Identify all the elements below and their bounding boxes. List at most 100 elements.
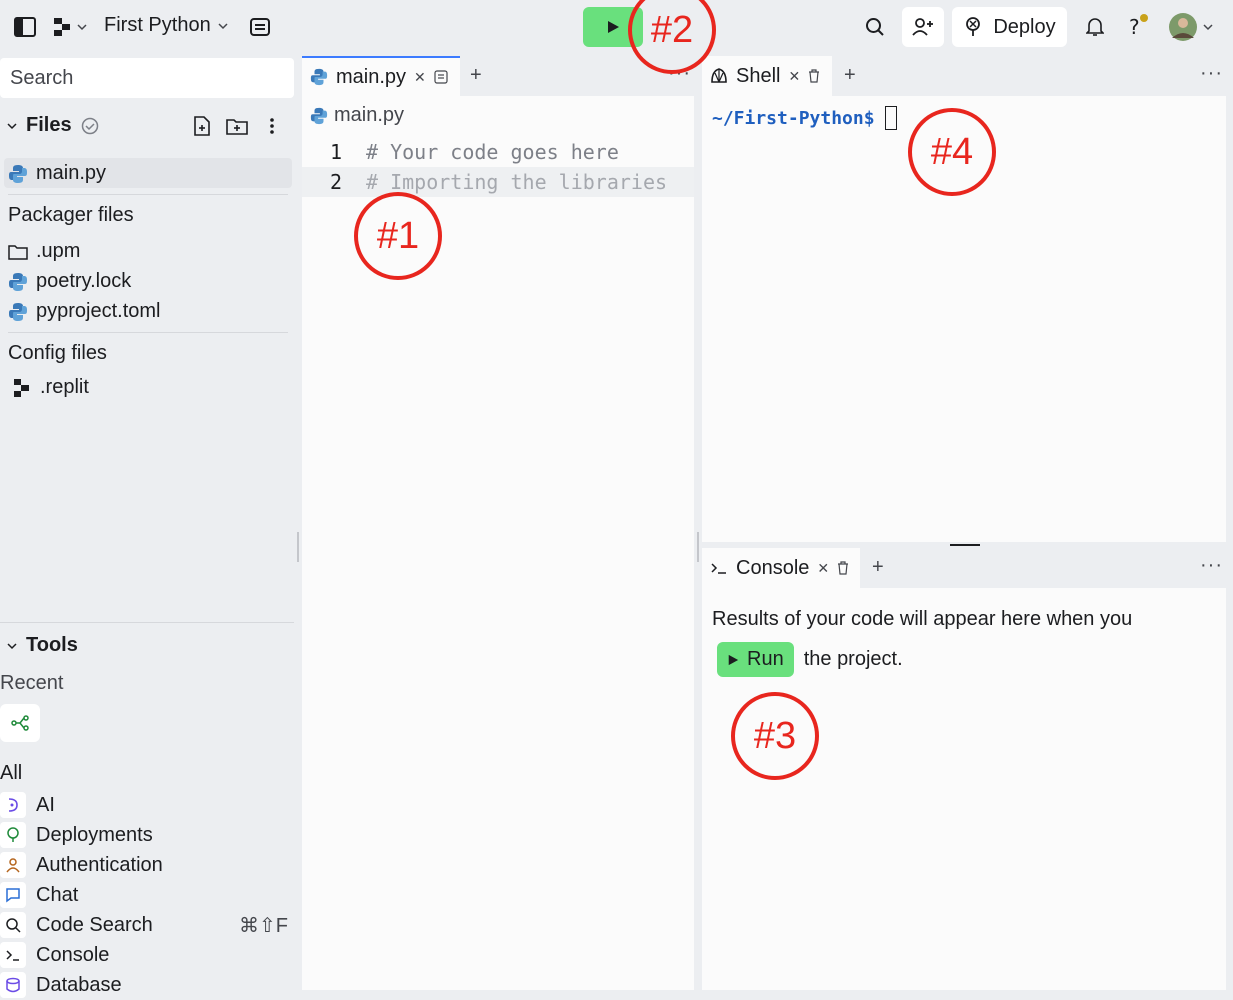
- file-label: pyproject.toml: [36, 300, 161, 322]
- run-label: Run: [747, 648, 784, 670]
- deploy-icon: [966, 17, 981, 36]
- tool-chat[interactable]: Chat: [0, 880, 294, 910]
- tool-code-search[interactable]: Code Search ⌘⇧F: [0, 910, 294, 940]
- tool-label: Console: [36, 943, 110, 966]
- terminal-icon: [711, 563, 726, 574]
- add-tab-icon[interactable]: +: [470, 64, 482, 87]
- shell-tab-bar: Shell ✕ + ···: [702, 56, 1226, 96]
- file-replit[interactable]: .replit: [14, 376, 89, 399]
- file-label: main.py: [36, 162, 107, 184]
- folder-icon: [8, 244, 28, 260]
- more-options-icon[interactable]: ···: [1200, 62, 1223, 85]
- console-pane: Console ✕ + ··· Results of your code wil…: [702, 548, 1226, 990]
- shell-terminal[interactable]: ~/First-Python$: [712, 106, 897, 130]
- file-main-py[interactable]: main.py: [8, 162, 106, 185]
- recent-label: Recent: [0, 672, 64, 694]
- console-message: Results of your code will appear here wh…: [712, 608, 1133, 630]
- add-tab-icon[interactable]: +: [872, 556, 884, 579]
- search-icon[interactable]: [864, 16, 886, 38]
- editor-pane: main.py ✕ + ··· main.py 1 # Your code go…: [302, 56, 694, 990]
- recent-tool-git[interactable]: [0, 704, 40, 742]
- trash-icon[interactable]: [808, 69, 820, 83]
- tool-deployments[interactable]: Deployments: [0, 820, 294, 850]
- close-icon[interactable]: ✕: [788, 68, 800, 85]
- sidebar-toggle-icon[interactable]: [14, 16, 36, 38]
- project-name: First Python: [104, 14, 211, 36]
- divider: [8, 194, 288, 195]
- invite-button[interactable]: [902, 7, 944, 47]
- tool-label: Database: [36, 973, 122, 996]
- tab-main-py[interactable]: main.py ✕: [302, 56, 460, 96]
- code-line[interactable]: 2 # Importing the libraries: [302, 167, 694, 197]
- files-title: Files: [26, 114, 72, 136]
- tools-title: Tools: [26, 634, 78, 656]
- more-options-icon[interactable]: ···: [668, 62, 691, 85]
- editor-tab-bar: main.py ✕ + ···: [302, 56, 694, 96]
- python-file-icon: [310, 68, 328, 86]
- breadcrumb-label: main.py: [334, 104, 405, 126]
- resize-handle[interactable]: [697, 532, 699, 562]
- project-name-dropdown[interactable]: First Python: [104, 14, 229, 37]
- file-history-icon[interactable]: [434, 70, 448, 84]
- new-file-icon[interactable]: [192, 116, 212, 136]
- more-options-icon[interactable]: [262, 116, 282, 136]
- user-icon: [0, 852, 26, 878]
- deploy-button[interactable]: Deploy: [952, 7, 1067, 47]
- tool-console[interactable]: Console: [0, 940, 294, 970]
- trash-icon[interactable]: [837, 561, 849, 575]
- close-icon[interactable]: ✕: [414, 69, 426, 86]
- search-input[interactable]: Search: [0, 58, 294, 98]
- chat-icon: [0, 882, 26, 908]
- svg-text:?: ?: [1129, 15, 1140, 37]
- add-tab-icon[interactable]: +: [844, 64, 856, 87]
- divider: [8, 332, 288, 333]
- files-header[interactable]: Files: [6, 114, 100, 137]
- line-number: 1: [329, 140, 342, 164]
- file-label: poetry.lock: [36, 270, 132, 292]
- ai-icon: [0, 792, 26, 818]
- code-line[interactable]: 1 # Your code goes here: [302, 137, 694, 167]
- help-icon[interactable]: ?: [1124, 12, 1150, 38]
- chevron-down-icon: [218, 22, 228, 29]
- file-poetry-lock[interactable]: poetry.lock: [8, 270, 131, 293]
- database-icon: [0, 972, 26, 998]
- tab-label: main.py: [336, 65, 407, 88]
- folder-upm[interactable]: .upm: [8, 240, 80, 263]
- console-run-row: Run the project.: [717, 642, 903, 677]
- tool-database[interactable]: Database: [0, 970, 294, 1000]
- tab-console[interactable]: Console ✕: [702, 548, 860, 588]
- python-file-icon: [9, 164, 27, 183]
- tool-shortcut: ⌘⇧F: [239, 914, 288, 937]
- resize-handle[interactable]: [950, 544, 980, 546]
- workspace-layout-icon[interactable]: [249, 16, 271, 38]
- tool-authentication[interactable]: Authentication: [0, 850, 294, 880]
- new-folder-icon[interactable]: [226, 116, 248, 136]
- run-button[interactable]: Run: [717, 642, 794, 677]
- shell-cursor: [884, 106, 897, 130]
- all-label: All: [0, 762, 23, 784]
- more-options-icon[interactable]: ···: [1200, 554, 1223, 577]
- tool-ai[interactable]: AI: [0, 790, 294, 820]
- run-button[interactable]: [583, 7, 643, 47]
- code-text: # Your code goes here: [366, 140, 619, 164]
- add-user-icon: [912, 18, 933, 36]
- bell-icon[interactable]: [1084, 16, 1106, 38]
- play-icon: [608, 21, 619, 33]
- tab-shell[interactable]: Shell ✕: [702, 56, 832, 96]
- python-file-icon: [310, 107, 328, 124]
- resize-handle[interactable]: [297, 532, 299, 562]
- replit-logo-icon[interactable]: [54, 16, 88, 38]
- shell-prompt: ~/First-Python$: [712, 107, 875, 129]
- deploy-icon: [0, 822, 26, 848]
- python-file-icon: [9, 302, 27, 321]
- play-icon: [728, 654, 739, 665]
- chevron-down-icon: [7, 642, 17, 649]
- console-tab-bar: Console ✕ + ···: [702, 548, 1226, 588]
- tool-label: Code Search: [36, 913, 153, 936]
- tools-header[interactable]: Tools: [6, 634, 78, 657]
- file-pyproject-toml[interactable]: pyproject.toml: [8, 300, 161, 323]
- sync-check-icon: [81, 117, 98, 134]
- git-branch-icon: [11, 715, 29, 731]
- user-avatar[interactable]: [1168, 12, 1216, 42]
- close-icon[interactable]: ✕: [817, 560, 829, 577]
